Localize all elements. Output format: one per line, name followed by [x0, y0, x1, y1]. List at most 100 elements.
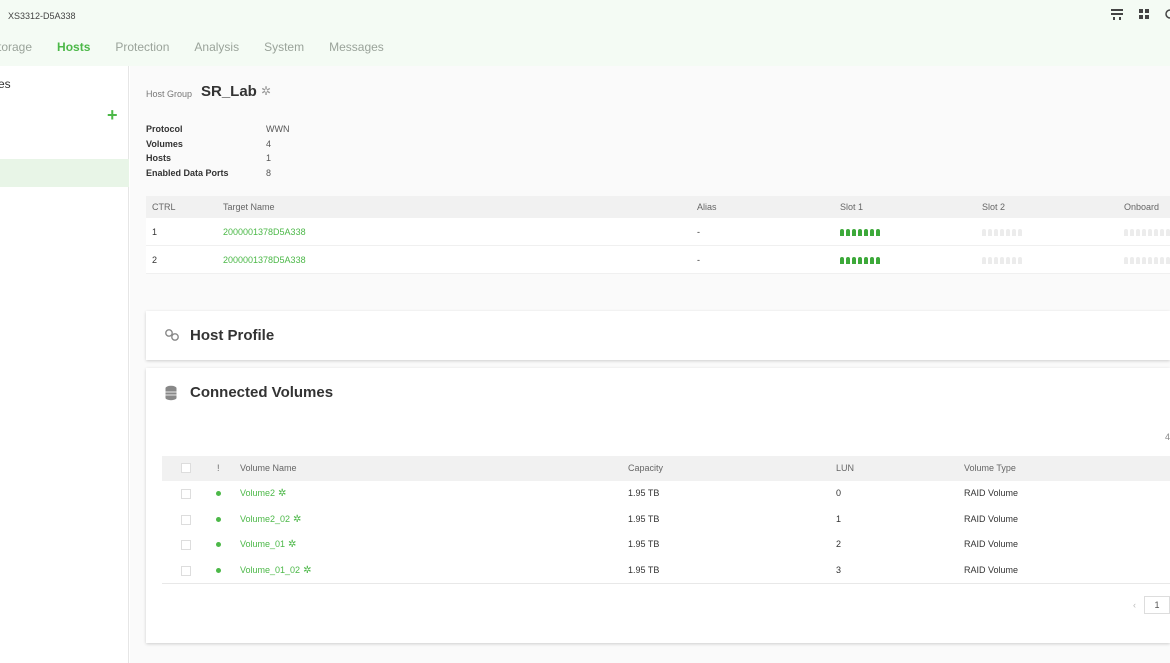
prev-page-button[interactable]: ‹ [1133, 600, 1136, 610]
col-volume-type[interactable]: Volume Type [964, 456, 1016, 481]
port-group [982, 229, 1022, 237]
slot2-ports [982, 246, 1022, 274]
port-disabled-icon [1012, 229, 1016, 237]
port-enabled-icon [876, 229, 880, 237]
port-disabled-icon [1130, 257, 1134, 265]
volume-count: 4 [1164, 432, 1170, 442]
volume-table-header: ! Volume Name Capacity LUN Volume Type [162, 456, 1170, 481]
volume-name[interactable]: Volume_01 [240, 539, 285, 549]
volume-type-cell: RAID Volume [964, 488, 1019, 498]
port-disabled-icon [1000, 229, 1004, 237]
port-disabled-icon [1006, 257, 1010, 265]
lun-cell: 0 [836, 488, 842, 498]
row-checkbox[interactable] [181, 565, 191, 576]
col-slot1[interactable]: Slot 1 [840, 196, 863, 218]
property-key: Protocol [146, 124, 183, 134]
page-1-button[interactable]: 1 [1144, 596, 1170, 614]
volume-type-cell: RAID Volume [964, 513, 1019, 524]
target-table: CTRL Target Name Alias Slot 1 Slot 2 Onb… [146, 196, 1170, 274]
port-disabled-icon [1006, 229, 1010, 237]
gear-icon[interactable]: ✲ [261, 84, 271, 98]
capacity-cell: 1.95 TB [628, 564, 660, 575]
port-enabled-icon [876, 257, 880, 265]
table-row[interactable]: Volume2_02 ✲ 1.95 TB 1 RAID Volume [162, 506, 1170, 533]
capacity-cell: 1.95 TB [628, 488, 660, 498]
tab-analysis[interactable]: Analysis [194, 40, 239, 54]
property-value: 8 [266, 167, 272, 178]
tab-protection[interactable]: Protection [115, 40, 169, 54]
tab-messages[interactable]: Messages [329, 40, 384, 54]
port-group [982, 257, 1022, 265]
onboard-ports [1124, 218, 1170, 246]
row-checkbox[interactable] [181, 489, 191, 499]
pagination: ‹ 1 [1133, 596, 1170, 614]
port-disabled-icon [1160, 229, 1164, 237]
table-row[interactable]: Volume2 ✲ 1.95 TB 0 RAID Volume [162, 481, 1170, 507]
volume-type-cell: RAID Volume [964, 564, 1019, 575]
property-value: 4 [266, 138, 272, 149]
tab-storage[interactable]: torage [0, 40, 32, 54]
select-all-checkbox[interactable] [181, 463, 191, 473]
target-name-link[interactable]: 2000001378D5A338 [223, 218, 306, 246]
gear-icon[interactable]: ✲ [303, 565, 311, 576]
col-capacity[interactable]: Capacity [628, 456, 663, 481]
property-key: Enabled Data Ports [146, 167, 229, 178]
volume-rows: Volume2 ✲ 1.95 TB 0 RAID Volume Volume2_0… [162, 481, 1170, 584]
volume-name[interactable]: Volume_01_02 [240, 565, 300, 575]
col-slot2[interactable]: Slot 2 [982, 196, 1005, 218]
alias-cell: - [697, 255, 700, 265]
capacity-cell: 1.95 TB [628, 513, 660, 524]
volume-name-link[interactable]: Volume2 ✲ [240, 481, 286, 507]
col-alias[interactable]: Alias [697, 196, 717, 218]
grid-icon[interactable] [1138, 8, 1150, 23]
port-disabled-icon [988, 257, 992, 265]
row-checkbox[interactable] [181, 514, 191, 525]
volume-name-link[interactable]: Volume_01 ✲ [240, 532, 296, 558]
volume-name[interactable]: Volume2_02 [240, 514, 290, 524]
table-row: 2 2000001378D5A338 - [146, 246, 1170, 274]
port-disabled-icon [1136, 257, 1140, 265]
network-icon[interactable] [1110, 8, 1124, 23]
sidebar-item-selected[interactable] [0, 159, 129, 187]
volume-table: ! Volume Name Capacity LUN Volume Type V… [162, 456, 1170, 584]
gear-icon[interactable]: ✲ [278, 488, 286, 499]
col-lun[interactable]: LUN [836, 456, 854, 481]
port-enabled-icon [846, 229, 850, 237]
volume-name-link[interactable]: Volume2_02 ✲ [240, 507, 301, 533]
tab-hosts[interactable]: Hosts [57, 40, 90, 54]
status-dot [216, 491, 221, 496]
volume-name-link[interactable]: Volume_01_02 ✲ [240, 558, 311, 584]
port-disabled-icon [1142, 257, 1146, 265]
capacity-cell: 1.95 TB [628, 539, 660, 549]
tab-system[interactable]: System [264, 40, 304, 54]
port-disabled-icon [1166, 257, 1170, 265]
port-enabled-icon [870, 229, 874, 237]
host-profile-title: Host Profile [190, 327, 275, 344]
target-name-link[interactable]: 2000001378D5A338 [223, 246, 306, 274]
top-bar: XS3312-D5A338 torage Hosts Protection An… [0, 0, 1170, 66]
target-table-header: CTRL Target Name Alias Slot 1 Slot 2 Onb… [146, 196, 1170, 218]
main-content: Host Group SR_Lab ✲ Protocol WWN Volumes… [130, 66, 1170, 663]
lun-cell: 2 [836, 539, 842, 549]
col-ctrl[interactable]: CTRL [152, 196, 176, 218]
user-icon[interactable] [1164, 8, 1170, 23]
port-disabled-icon [1160, 257, 1164, 265]
col-target-name[interactable]: Target Name [223, 196, 275, 218]
host-profile-card[interactable]: Host Profile [146, 311, 1170, 360]
col-onboard[interactable]: Onboard [1124, 196, 1159, 218]
table-row[interactable]: Volume_01_02 ✲ 1.95 TB 3 RAID Volume [162, 557, 1170, 584]
volume-name[interactable]: Volume2 [240, 488, 275, 498]
gear-icon[interactable]: ✲ [293, 514, 301, 525]
port-enabled-icon [852, 229, 856, 237]
gear-icon[interactable]: ✲ [288, 539, 296, 550]
link-icon [164, 328, 180, 345]
port-group [1124, 257, 1170, 265]
col-volume-name[interactable]: Volume Name [240, 456, 297, 481]
ctrl-cell: 1 [152, 227, 158, 237]
port-enabled-icon [840, 229, 844, 237]
port-enabled-icon [858, 229, 862, 237]
row-checkbox[interactable] [181, 540, 191, 550]
plus-icon[interactable]: + [107, 106, 118, 124]
table-row[interactable]: Volume_01 ✲ 1.95 TB 2 RAID Volume [162, 532, 1170, 558]
col-status[interactable]: ! [217, 456, 220, 481]
